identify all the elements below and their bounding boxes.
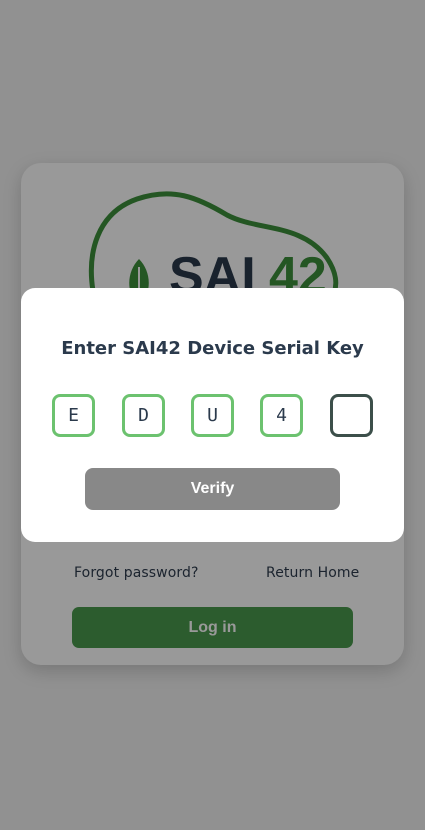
verify-button[interactable]: Verify: [85, 468, 340, 510]
serial-key-dialog: Enter SAI42 Device Serial Key E D U 4 Ve…: [21, 288, 404, 542]
serial-key-input-4[interactable]: 4: [260, 394, 303, 437]
serial-key-input-5[interactable]: [330, 394, 373, 437]
dialog-title: Enter SAI42 Device Serial Key: [61, 338, 364, 359]
serial-key-input-1[interactable]: E: [52, 394, 95, 437]
serial-key-input-3[interactable]: U: [191, 394, 234, 437]
serial-key-input-2[interactable]: D: [122, 394, 165, 437]
